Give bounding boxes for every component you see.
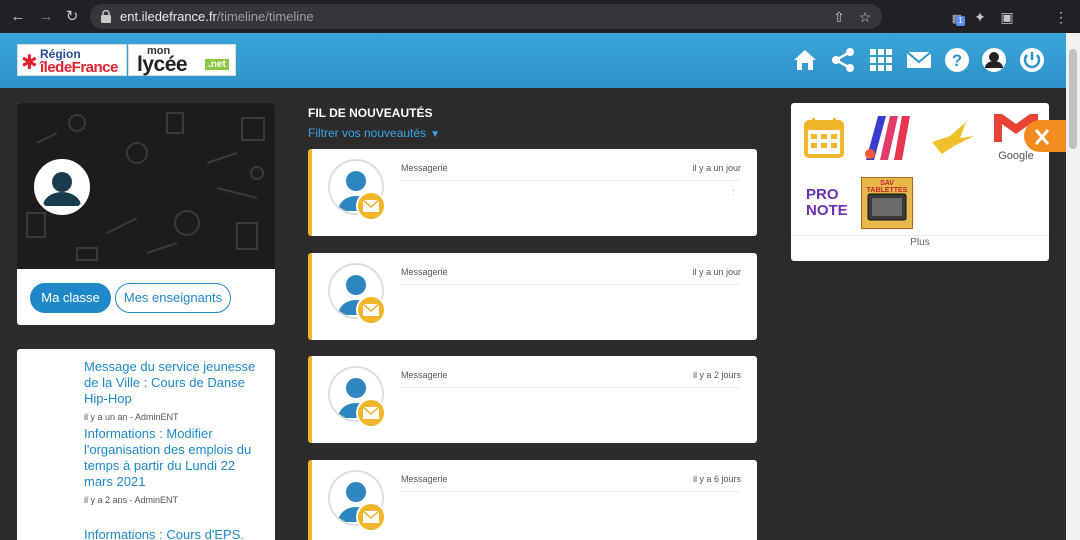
envelope-icon	[356, 502, 386, 532]
profile-banner	[17, 103, 275, 269]
extension-badge: 1	[956, 16, 965, 26]
extension-icon[interactable]: ▦ 1	[947, 7, 967, 27]
feed-card[interactable]: Messagerie il y a un jour :	[308, 149, 757, 236]
feed-time: il y a 6 jours	[692, 474, 741, 484]
pronote-app-icon[interactable]: PRO NOTE	[792, 170, 856, 234]
puzzle-icon[interactable]: ✦	[970, 7, 990, 27]
news-item[interactable]: Message du service jeunesse de la Ville …	[84, 359, 264, 422]
apps-divider	[791, 235, 1049, 236]
news-title[interactable]: Informations : Modifier l'organisation d…	[84, 426, 264, 490]
profile-card: Ma classe Mes enseignants	[17, 103, 275, 325]
region-star-icon: ✱	[21, 52, 38, 74]
feed-app-name: Messagerie	[401, 267, 448, 277]
news-meta: il y a un an - AdminENT	[84, 412, 179, 422]
lock-icon	[101, 10, 111, 23]
tablet-icon	[867, 193, 907, 221]
feed-divider	[401, 491, 741, 492]
region-logo[interactable]: ✱ Région îledeFrance	[17, 44, 127, 76]
feed-time: il y a un jour	[692, 267, 741, 277]
sidepanel-icon[interactable]: ▣	[997, 7, 1017, 27]
logout-icon[interactable]	[1018, 46, 1046, 74]
mail-icon[interactable]	[905, 46, 933, 74]
monlycee-logo-name: lycée	[137, 53, 188, 76]
feed-filter-toggle[interactable]: Filtrer vos nouveautés ▼	[308, 126, 440, 140]
address-bar[interactable]: ent.iledefrance.fr/timeline/timeline ⇧ ☆	[90, 4, 882, 29]
feed-snippet: :	[732, 187, 735, 197]
feed-card[interactable]: Messagerie il y a 2 jours	[308, 356, 757, 443]
calendar-app-icon[interactable]	[792, 106, 856, 170]
tools-icon	[1034, 129, 1050, 145]
feed-time: il y a 2 jours	[692, 370, 741, 380]
envelope-icon	[356, 398, 386, 428]
feed-title: FIL DE NOUVEAUTÉS	[308, 106, 433, 120]
svg-text:?: ?	[952, 51, 962, 70]
scrollbar-thumb[interactable]	[1069, 49, 1077, 149]
share-icon[interactable]: ⇧	[830, 8, 848, 26]
reload-icon[interactable]: ↻	[62, 7, 82, 27]
page-scrollbar[interactable]	[1066, 33, 1080, 540]
bird-app-icon[interactable]	[920, 106, 984, 170]
news-item[interactable]: Informations : Cours d'EPS.	[84, 527, 264, 540]
feed-app-name: Messagerie	[401, 474, 448, 484]
tools-button[interactable]	[1024, 120, 1066, 152]
feed-card[interactable]: Messagerie il y a un jour	[308, 253, 757, 340]
site-header: ✱ Région îledeFrance mon lycée .net ?	[0, 33, 1066, 88]
feed-divider	[401, 284, 741, 285]
menu-icon[interactable]: ⋮	[1051, 7, 1071, 27]
region-logo-name: îledeFrance	[40, 59, 118, 76]
star-icon[interactable]: ☆	[856, 8, 874, 26]
news-meta: il y a 2 ans - AdminENT	[84, 495, 179, 505]
pronote-label-line2: NOTE	[806, 202, 848, 219]
user-silhouette-icon	[37, 162, 87, 212]
feed-card[interactable]: Messagerie il y a 6 jours	[308, 460, 757, 540]
monlycee-logo[interactable]: mon lycée .net	[128, 44, 236, 76]
envelope-icon	[356, 295, 386, 325]
forward-icon[interactable]: →	[36, 7, 56, 27]
monlycee-logo-tld: .net	[205, 59, 229, 70]
feed-filter-label: Filtrer vos nouveautés	[308, 126, 427, 140]
browser-toolbar: ← → ↻ ent.iledefrance.fr/timeline/timeli…	[0, 0, 1080, 33]
more-apps-link[interactable]: Plus	[791, 237, 1049, 248]
news-title[interactable]: Message du service jeunesse de la Ville …	[84, 359, 264, 407]
home-icon[interactable]	[791, 46, 819, 74]
envelope-icon	[356, 191, 386, 221]
m-app-icon[interactable]	[856, 106, 920, 170]
feed-divider	[401, 387, 741, 388]
apps-panel: Google PRO NOTE SAV TABLETTES Plus	[791, 103, 1049, 261]
feed-app-name: Messagerie	[401, 163, 448, 173]
feed-time: il y a un jour	[692, 163, 741, 173]
url-text: ent.iledefrance.fr/timeline/timeline	[120, 9, 314, 24]
my-class-button[interactable]: Ma classe	[30, 283, 111, 313]
news-card: Message du service jeunesse de la Ville …	[17, 349, 275, 540]
news-title[interactable]: Informations : Cours d'EPS.	[84, 527, 264, 540]
help-icon[interactable]: ?	[943, 46, 971, 74]
feed-divider	[401, 180, 741, 181]
user-account-icon[interactable]	[980, 46, 1008, 74]
chevron-down-icon: ▼	[430, 129, 440, 140]
pronote-label-line1: PRO	[806, 186, 839, 203]
profile-avatar[interactable]	[34, 159, 90, 215]
my-teachers-button[interactable]: Mes enseignants	[115, 283, 231, 313]
apps-grid-icon[interactable]	[867, 46, 895, 74]
news-item[interactable]: Informations : Modifier l'organisation d…	[84, 426, 264, 505]
share-network-icon[interactable]	[829, 46, 857, 74]
back-icon[interactable]: ←	[8, 7, 28, 27]
sav-tablettes-app-icon[interactable]: SAV TABLETTES	[861, 177, 913, 229]
feed-app-name: Messagerie	[401, 370, 448, 380]
